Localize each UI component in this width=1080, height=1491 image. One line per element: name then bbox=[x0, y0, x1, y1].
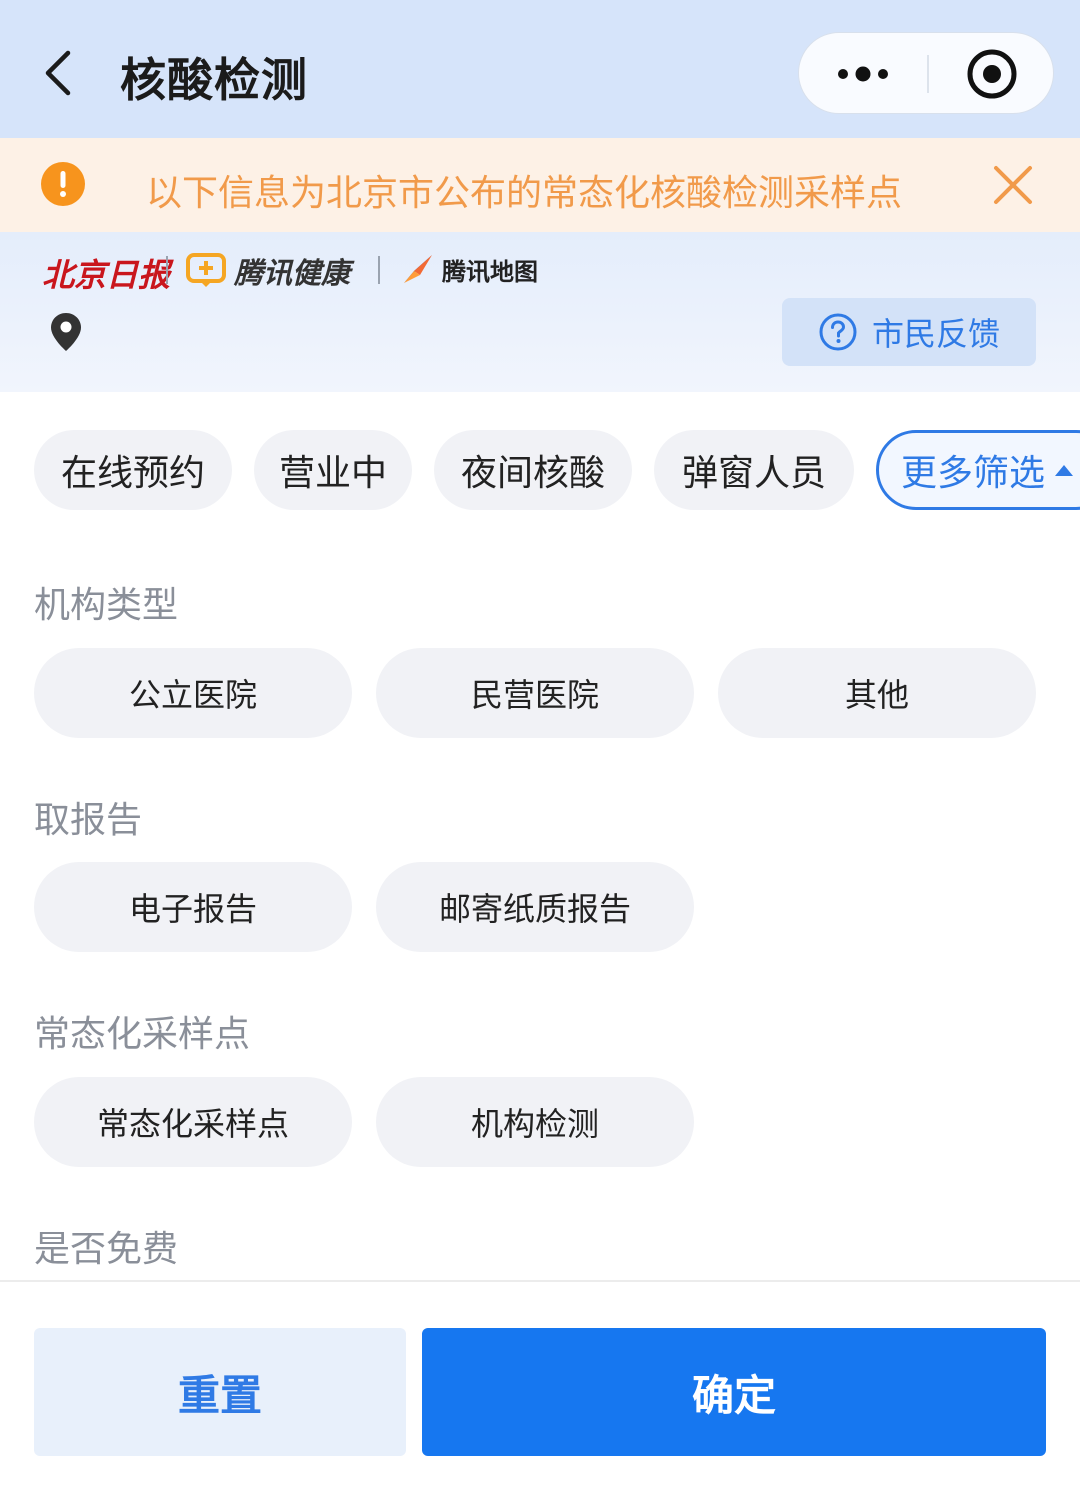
option-public-hospital[interactable]: 公立医院 bbox=[34, 648, 352, 738]
logo-separator bbox=[378, 256, 380, 284]
tencent-health-logo: 腾讯健康 bbox=[186, 250, 350, 292]
notice-close-button[interactable] bbox=[990, 162, 1036, 208]
map-arrow-icon bbox=[404, 254, 432, 283]
question-circle-icon bbox=[819, 313, 857, 351]
section-title-sampling: 常态化采样点 bbox=[34, 1014, 251, 1055]
close-icon bbox=[994, 166, 1032, 204]
beijing-daily-logo: 北京日报 bbox=[42, 256, 171, 294]
filter-chip-popup-personnel[interactable]: 弹窗人员 bbox=[654, 430, 854, 510]
tencent-map-logo: 腾讯地图 bbox=[400, 252, 538, 287]
chevron-left-icon bbox=[45, 50, 71, 96]
section-title-report: 取报告 bbox=[34, 800, 143, 841]
option-electronic-report[interactable]: 电子报告 bbox=[34, 862, 352, 952]
section-title-free: 是否免费 bbox=[34, 1229, 179, 1270]
option-private-hospital[interactable]: 民营医院 bbox=[376, 648, 694, 738]
section-title-org-type: 机构类型 bbox=[34, 585, 179, 626]
reset-button[interactable]: 重置 bbox=[34, 1328, 406, 1456]
filter-chip-open-now[interactable]: 营业中 bbox=[254, 430, 412, 510]
option-mailed-paper-report[interactable]: 邮寄纸质报告 bbox=[376, 862, 694, 952]
warning-circle-icon bbox=[40, 161, 86, 211]
caret-up-icon bbox=[1055, 464, 1074, 476]
back-button[interactable] bbox=[36, 48, 86, 98]
filter-chip-online-booking[interactable]: 在线预约 bbox=[34, 430, 232, 510]
mini-program-capsule bbox=[798, 32, 1054, 114]
option-institution-testing[interactable]: 机构检测 bbox=[376, 1077, 694, 1167]
more-dots-icon bbox=[838, 66, 888, 82]
page-title: 核酸检测 bbox=[120, 53, 308, 107]
more-menu-button[interactable] bbox=[799, 33, 927, 115]
logo-separator bbox=[166, 256, 168, 284]
exit-mini-program-button[interactable] bbox=[929, 33, 1055, 115]
more-filters-button[interactable]: 更多筛选 bbox=[876, 430, 1080, 510]
target-circle-icon bbox=[967, 49, 1017, 99]
notice-text: 以下信息为北京市公布的常态化核酸检测采样点 bbox=[146, 173, 903, 214]
confirm-button[interactable]: 确定 bbox=[422, 1328, 1046, 1456]
health-plus-icon bbox=[186, 253, 226, 287]
quick-filter-row: 在线预约 营业中 夜间核酸 弹窗人员 更多筛选 bbox=[0, 430, 1080, 512]
option-regular-sampling-point[interactable]: 常态化采样点 bbox=[34, 1077, 352, 1167]
location-pin-icon[interactable] bbox=[50, 312, 82, 356]
option-other[interactable]: 其他 bbox=[718, 648, 1036, 738]
citizen-feedback-button[interactable]: 市民反馈 bbox=[782, 298, 1036, 366]
more-filters-label: 更多筛选 bbox=[901, 453, 1046, 494]
filter-chip-night-testing[interactable]: 夜间核酸 bbox=[434, 430, 632, 510]
